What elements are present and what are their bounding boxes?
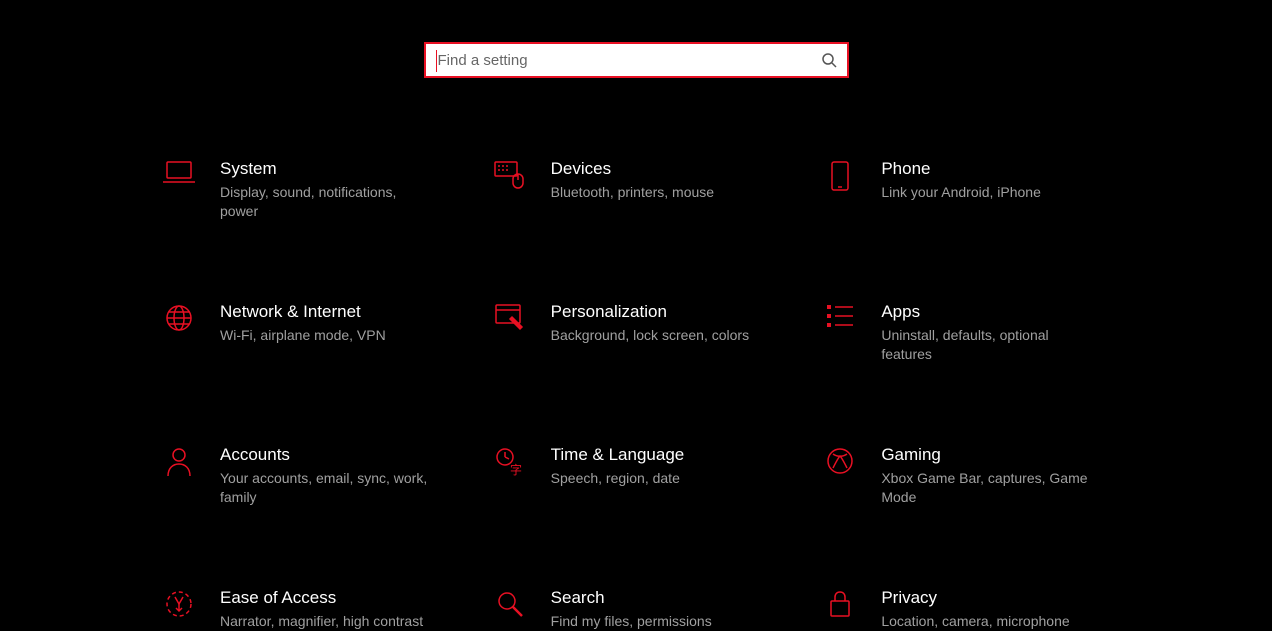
tile-accounts[interactable]: Accounts Your accounts, email, sync, wor… (160, 444, 451, 507)
keyboard-mouse-icon (491, 158, 529, 190)
xbox-icon (821, 444, 859, 476)
tile-desc: Your accounts, email, sync, work, family (220, 469, 430, 507)
tile-desc: Wi-Fi, airplane mode, VPN (220, 326, 430, 345)
clock-language-icon: 字 (491, 444, 529, 478)
globe-icon (160, 301, 198, 333)
text-cursor (436, 50, 437, 72)
tile-title: System (220, 158, 451, 180)
tile-desc: Narrator, magnifier, high contrast (220, 612, 430, 631)
tile-gaming[interactable]: Gaming Xbox Game Bar, captures, Game Mod… (821, 444, 1112, 507)
tile-system[interactable]: System Display, sound, notifications, po… (160, 158, 451, 221)
tile-desc: Xbox Game Bar, captures, Game Mode (881, 469, 1091, 507)
paintbrush-icon (491, 301, 529, 331)
tile-title: Ease of Access (220, 587, 451, 609)
laptop-icon (160, 158, 198, 186)
tile-ease-of-access[interactable]: Ease of Access Narrator, magnifier, high… (160, 587, 451, 631)
tile-title: Time & Language (551, 444, 782, 466)
search-area (0, 0, 1272, 78)
search-input[interactable] (426, 44, 811, 76)
tile-time-language[interactable]: 字 Time & Language Speech, region, date (491, 444, 782, 507)
tile-title: Gaming (881, 444, 1112, 466)
tile-network[interactable]: Network & Internet Wi-Fi, airplane mode,… (160, 301, 451, 364)
tile-title: Apps (881, 301, 1112, 323)
svg-text:字: 字 (510, 462, 522, 477)
lock-icon (821, 587, 859, 619)
tile-desc: Display, sound, notifications, power (220, 183, 430, 221)
tile-title: Search (551, 587, 782, 609)
tile-title: Devices (551, 158, 782, 180)
tile-phone[interactable]: Phone Link your Android, iPhone (821, 158, 1112, 221)
phone-icon (821, 158, 859, 192)
tile-desc: Location, camera, microphone (881, 612, 1091, 631)
tile-title: Network & Internet (220, 301, 451, 323)
tile-title: Accounts (220, 444, 451, 466)
tile-desc: Bluetooth, printers, mouse (551, 183, 761, 202)
tile-title: Phone (881, 158, 1112, 180)
search-icon[interactable] (811, 52, 847, 68)
person-icon (160, 444, 198, 478)
ease-of-access-icon (160, 587, 198, 619)
tile-apps[interactable]: Apps Uninstall, defaults, optional featu… (821, 301, 1112, 364)
settings-grid: System Display, sound, notifications, po… (0, 158, 1272, 631)
list-icon (821, 301, 859, 329)
tile-title: Privacy (881, 587, 1112, 609)
tile-desc: Find my files, permissions (551, 612, 761, 631)
tile-desc: Link your Android, iPhone (881, 183, 1091, 202)
tile-personalization[interactable]: Personalization Background, lock screen,… (491, 301, 782, 364)
tile-privacy[interactable]: Privacy Location, camera, microphone (821, 587, 1112, 631)
tile-desc: Speech, region, date (551, 469, 761, 488)
tile-devices[interactable]: Devices Bluetooth, printers, mouse (491, 158, 782, 221)
tile-title: Personalization (551, 301, 782, 323)
search-box[interactable] (424, 42, 849, 78)
magnifier-icon (491, 587, 529, 619)
tile-desc: Uninstall, defaults, optional features (881, 326, 1091, 364)
tile-search[interactable]: Search Find my files, permissions (491, 587, 782, 631)
tile-desc: Background, lock screen, colors (551, 326, 761, 345)
